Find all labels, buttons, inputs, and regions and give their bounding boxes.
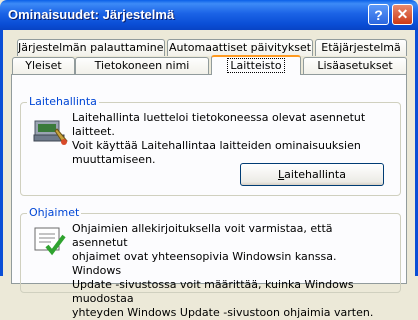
tab-jarjestelman-palauttaminen[interactable]: Järjestelmän palauttaminen [17,39,165,56]
help-icon: ? [374,6,383,23]
driver-signing-icon [34,227,66,256]
close-button[interactable]: ✕ [392,4,413,25]
tab-etajarjestelma[interactable]: Etäjärjestelmä [315,39,407,56]
tab-lisaasetukset[interactable]: Lisäasetukset [303,57,407,74]
close-icon: ✕ [396,6,409,22]
tab-label: Tietokoneen nimi [94,59,190,72]
tab-label: Järjestelmän palauttaminen [18,41,165,54]
device-manager-text-line: Laitehallinta luetteloi tietokoneessa ol… [72,111,366,138]
tab-label: Etäjärjestelmä [321,41,401,54]
tab-label: Laitteisto [227,58,285,73]
device-manager-icon [33,120,68,145]
drivers-text-line: Update -sivustossa voit määrittää, kuink… [72,278,354,305]
tab-label: Lisäasetukset [317,59,393,72]
title-bar[interactable]: Ominaisuudet: Järjestelmä ? ✕ [0,0,418,30]
tab-yleiset[interactable]: Yleiset [12,57,75,74]
tab-laitteisto[interactable]: Laitteisto [211,55,301,75]
device-manager-text-line: Voit käyttää Laitehallintaa laitteiden o… [72,139,361,152]
drivers-text-line: ohjaimet ovat yhteensopivia Windowsin ka… [72,250,337,277]
button-label: aitehallinta [284,168,346,181]
window-title: Ominaisuudet: Järjestelmä [8,7,175,22]
drivers-text-line: Ohjaimien allekirjoituksella voit varmis… [72,222,333,249]
device-manager-title: Laitehallinta [27,95,99,108]
drivers-group: Ohjaimet Ohjaimien allekirjoituksella vo… [20,206,401,319]
tab-label: Yleiset [25,59,62,72]
tab-tietokoneen-nimi[interactable]: Tietokoneen nimi [75,57,209,74]
tab-automaattiset-paivitykset[interactable]: Automaattiset päivitykset [167,39,313,56]
tab-panel-laitteisto: Laitehallinta Laitehallinta luetteloi ti… [11,74,407,319]
drivers-title: Ohjaimet [27,206,82,219]
window-frame-left [0,30,3,276]
drivers-text-line: yhteyden Windows Update -sivustoon ohjai… [72,306,374,319]
tab-label: Automaattiset päivitykset [168,41,312,54]
help-button[interactable]: ? [368,4,389,25]
device-manager-button[interactable]: Laitehallinta [240,163,384,186]
device-manager-group: Laitehallinta Laitehallinta luetteloi ti… [20,95,401,196]
